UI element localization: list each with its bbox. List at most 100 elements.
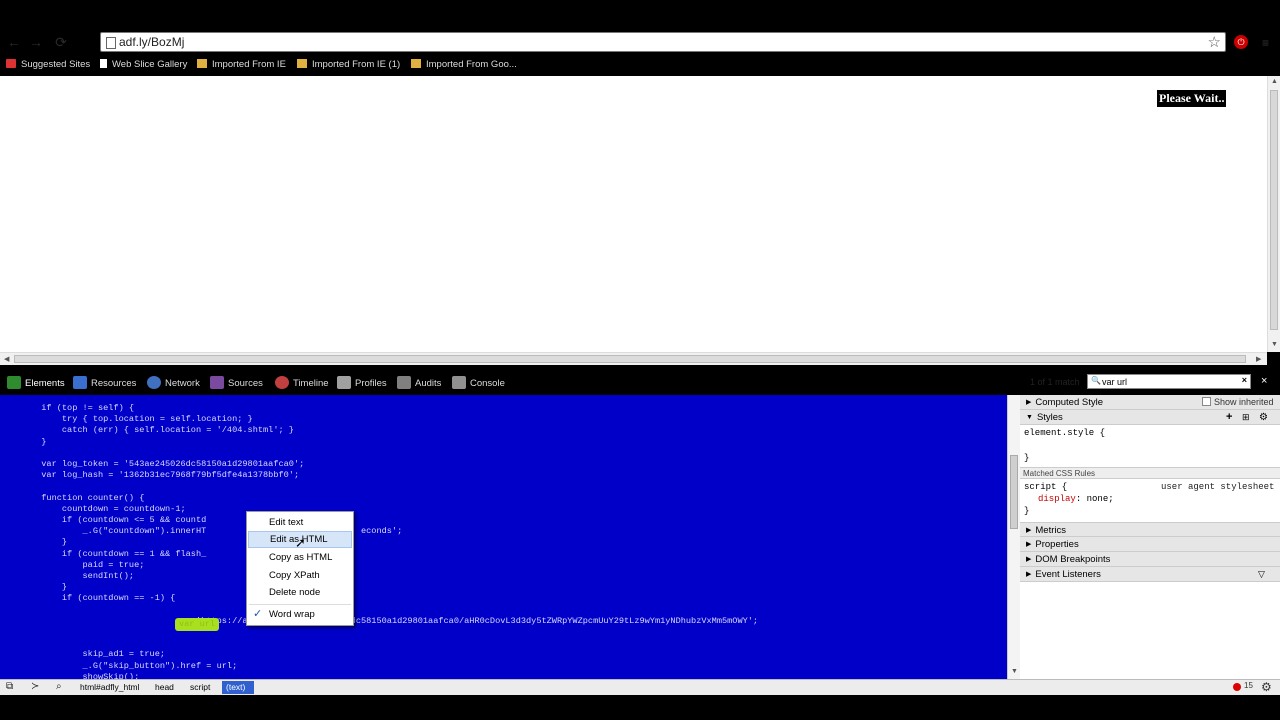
page-vertical-scroll-thumb[interactable] — [1270, 90, 1278, 330]
bookmark-imported-from-goo[interactable]: Imported From Goo... — [411, 57, 517, 73]
page-horizontal-scrollbar[interactable]: ◀ ▶ — [0, 352, 1267, 365]
source-scroll-thumb[interactable] — [1010, 455, 1018, 529]
show-inherited-label: Show inherited — [1214, 397, 1274, 407]
audits-icon — [397, 376, 411, 389]
styles-settings-gear-icon[interactable]: ⚙ — [1259, 410, 1268, 425]
scroll-down-arrow-icon[interactable]: ▼ — [1011, 668, 1018, 675]
page-icon — [100, 59, 107, 68]
collapse-triangle-icon: ▼ — [1026, 414, 1033, 421]
console-icon — [452, 376, 466, 389]
timeline-icon — [275, 376, 289, 389]
back-button[interactable]: ← — [5, 33, 23, 51]
tab-resources[interactable]: Resources — [73, 375, 136, 392]
page-viewport: Please Wait.. — [0, 76, 1267, 352]
tab-audits[interactable]: Audits — [397, 375, 441, 392]
expand-triangle-icon: ▶ — [1026, 571, 1032, 578]
menu-separator — [249, 604, 351, 605]
metrics-header[interactable]: ▶ Metrics — [1020, 522, 1280, 537]
error-count[interactable]: 15 — [1244, 681, 1253, 690]
reload-button[interactable]: ⟳ — [52, 33, 70, 51]
element-style-close: } — [1024, 453, 1030, 463]
tab-elements[interactable]: Elements — [7, 375, 65, 392]
breadcrumb-script[interactable]: script — [186, 681, 214, 694]
please-wait-label: Please Wait.. — [1157, 90, 1227, 107]
menu-item-word-wrap[interactable]: ✓ Word wrap — [248, 606, 352, 623]
expand-triangle-icon: ▶ — [1026, 399, 1032, 406]
context-menu: Edit text Edit as HTML Copy as HTML Copy… — [246, 511, 354, 626]
network-icon — [147, 376, 161, 389]
breadcrumb-html[interactable]: html#adfly_html — [76, 681, 144, 694]
devtools-search-box[interactable]: 🔍 × — [1087, 374, 1251, 389]
filter-icon[interactable]: ▽ — [1258, 567, 1265, 582]
computed-style-header[interactable]: ▶ Computed Style Show inherited — [1020, 395, 1280, 410]
check-icon: ✓ — [253, 608, 263, 620]
script-source-text[interactable]: if (top != self) { try { top.location = … — [0, 403, 758, 679]
event-listeners-header[interactable]: ▶ Event Listeners ▽ — [1020, 567, 1280, 582]
tab-console[interactable]: Console — [452, 375, 505, 392]
address-bar[interactable]: adf.ly/BozMj ☆ — [100, 32, 1226, 52]
error-icon[interactable] — [1233, 683, 1241, 691]
css-rule-source[interactable]: user agent stylesheet — [1161, 482, 1274, 492]
tab-timeline[interactable]: Timeline — [275, 375, 329, 392]
devtools-divider[interactable] — [0, 365, 1280, 372]
scroll-right-arrow-icon[interactable]: ▶ — [1256, 355, 1261, 363]
extension-icon[interactable]: ⏻ — [1234, 35, 1248, 49]
menu-item-delete-node[interactable]: Delete node — [248, 584, 352, 601]
breadcrumb-head[interactable]: head — [151, 681, 178, 694]
tab-network[interactable]: Network — [147, 375, 200, 392]
bookmark-suggested-sites[interactable]: Suggested Sites — [6, 57, 90, 73]
page-icon — [106, 37, 116, 49]
page-vertical-scrollbar[interactable]: ▲ ▼ — [1267, 76, 1280, 352]
add-rule-icon[interactable]: + — [1226, 410, 1232, 425]
resources-icon — [73, 376, 87, 389]
console-drawer-icon[interactable]: ≻ — [31, 681, 39, 692]
folder-icon — [411, 59, 421, 68]
styles-header[interactable]: ▼ Styles + ⊞ ⚙ — [1020, 410, 1280, 425]
elements-source-panel[interactable]: if (top != self) { try { top.location = … — [0, 395, 1007, 679]
dom-breakpoints-header[interactable]: ▶ DOM Breakpoints — [1020, 552, 1280, 567]
folder-icon — [197, 59, 207, 68]
scroll-left-arrow-icon[interactable]: ◀ — [4, 355, 9, 363]
matched-css-rules-header: Matched CSS Rules — [1020, 467, 1280, 479]
sources-icon — [210, 376, 224, 389]
bookmarks-bar: Suggested Sites Web Slice Gallery Import… — [0, 55, 1280, 75]
tab-profiles[interactable]: Profiles — [337, 375, 387, 392]
bookmark-web-slice-gallery[interactable]: Web Slice Gallery — [100, 57, 187, 73]
expand-triangle-icon: ▶ — [1026, 556, 1032, 563]
breadcrumb-text[interactable]: (text) — [222, 681, 254, 694]
menu-item-edit-text[interactable]: Edit text — [248, 514, 352, 531]
dock-icon[interactable]: ⧉ — [6, 681, 13, 692]
toggle-element-state-icon[interactable]: ⊞ — [1242, 410, 1250, 425]
elements-icon — [7, 376, 21, 389]
inspect-search-icon[interactable]: ⌕ — [56, 681, 62, 692]
properties-header[interactable]: ▶ Properties — [1020, 537, 1280, 552]
show-inherited-checkbox[interactable] — [1202, 397, 1211, 406]
menu-icon[interactable]: ≡ — [1262, 36, 1274, 50]
tab-sources[interactable]: Sources — [210, 375, 263, 392]
devtools-search-input[interactable] — [1102, 375, 1232, 388]
settings-gear-icon[interactable]: ⚙ — [1261, 680, 1272, 694]
search-match-count: 1 of 1 match — [1030, 377, 1080, 387]
expand-triangle-icon: ▶ — [1026, 527, 1032, 534]
clear-search-icon[interactable]: × — [1242, 375, 1247, 385]
search-icon: 🔍 — [1091, 376, 1101, 385]
source-scrollbar[interactable]: ▼ — [1007, 395, 1020, 679]
mouse-cursor-icon: ➚ — [295, 535, 306, 550]
devtools-close-icon[interactable]: × — [1261, 375, 1267, 387]
element-style-open[interactable]: element.style { — [1024, 428, 1105, 438]
menu-item-copy-as-html[interactable]: Copy as HTML — [248, 549, 352, 566]
css-property[interactable]: display: none; — [1038, 494, 1114, 504]
url-text: adf.ly/BozMj — [119, 35, 185, 49]
profiles-icon — [337, 376, 351, 389]
css-rule-selector: script { — [1024, 482, 1068, 492]
bookmark-star-icon[interactable]: ☆ — [1208, 33, 1221, 51]
devtools-status-bar: ⧉ ≻ ⌕ html#adfly_html head script (text) — [0, 679, 1280, 695]
home-button[interactable] — [76, 33, 94, 51]
forward-button[interactable]: → — [27, 33, 45, 51]
scroll-down-arrow-icon[interactable]: ▼ — [1271, 341, 1278, 348]
scroll-up-arrow-icon[interactable]: ▲ — [1271, 78, 1278, 85]
page-horizontal-scroll-thumb[interactable] — [14, 355, 1246, 363]
bookmark-imported-from-ie[interactable]: Imported From IE — [197, 57, 286, 73]
bookmark-imported-from-ie-1[interactable]: Imported From IE (1) — [297, 57, 400, 73]
menu-item-copy-xpath[interactable]: Copy XPath — [248, 567, 352, 584]
